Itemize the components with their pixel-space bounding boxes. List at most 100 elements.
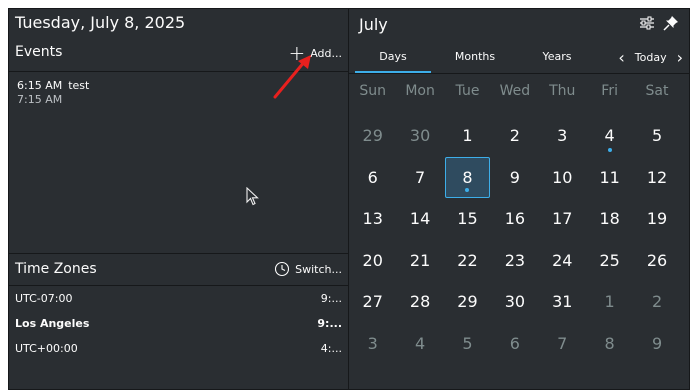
today-button[interactable]: Today xyxy=(635,51,667,64)
month-title: July xyxy=(359,15,388,34)
day-cell[interactable]: 29 xyxy=(349,115,396,157)
event-dot xyxy=(607,147,612,152)
timezone-time: 9:... xyxy=(320,291,342,305)
day-cell[interactable]: 24 xyxy=(539,240,586,282)
view-tabs: Days Months Years xyxy=(355,45,595,73)
day-cell[interactable]: 16 xyxy=(491,198,538,240)
event-start-time: 6:15 AM xyxy=(17,79,63,92)
day-cell[interactable]: 20 xyxy=(349,240,396,282)
day-cell[interactable]: 19 xyxy=(633,198,680,240)
day-cell[interactable]: 21 xyxy=(396,240,443,282)
day-cell[interactable]: 28 xyxy=(396,281,443,323)
timezone-name: UTC+00:00 xyxy=(15,341,78,355)
day-cell[interactable]: 17 xyxy=(539,198,586,240)
day-cell[interactable]: 7 xyxy=(539,323,586,365)
clock-icon xyxy=(275,261,290,277)
timezone-row: Los Angeles 9:... xyxy=(15,313,342,333)
selected-date-title: Tuesday, July 8, 2025 xyxy=(15,13,186,32)
day-cell[interactable]: 1 xyxy=(586,281,633,323)
week-row: 27 28 29 30 31 1 2 xyxy=(349,281,689,323)
day-cell[interactable]: 2 xyxy=(491,115,538,157)
previous-month-icon[interactable]: ‹ xyxy=(618,48,624,67)
timezone-row: UTC-07:00 9:... xyxy=(15,288,342,308)
timezone-time: 4:... xyxy=(320,341,342,355)
weekday-label: Sun xyxy=(359,83,387,99)
weekday-label: Tue xyxy=(455,83,480,99)
day-cell[interactable]: 9 xyxy=(633,323,680,365)
mouse-pointer-icon xyxy=(246,187,259,206)
tab-months[interactable]: Months xyxy=(437,45,513,73)
day-number: 8 xyxy=(462,167,473,187)
event-end-time: 7:15 AM xyxy=(17,93,63,106)
day-cell[interactable]: 30 xyxy=(491,281,538,323)
timezones-heading: Time Zones xyxy=(15,261,97,277)
day-cell[interactable]: 4 xyxy=(396,323,443,365)
configure-icon[interactable] xyxy=(639,15,655,31)
day-cell[interactable]: 2 xyxy=(633,281,680,323)
day-cell[interactable]: 6 xyxy=(349,157,396,199)
day-cell[interactable]: 5 xyxy=(444,323,491,365)
timezone-time: 9:... xyxy=(317,316,342,330)
switch-timezone-button[interactable]: Switch... xyxy=(274,261,342,277)
day-cell[interactable]: 26 xyxy=(633,240,680,282)
divider xyxy=(9,253,348,254)
weekday-label: Thu xyxy=(549,83,576,99)
week-row: 13 14 15 16 17 18 19 xyxy=(349,198,689,240)
red-arrow-annotation xyxy=(273,55,311,99)
day-cell[interactable]: 4 xyxy=(586,115,633,157)
day-cell[interactable]: 22 xyxy=(444,240,491,282)
switch-timezone-label: Switch... xyxy=(295,262,342,276)
day-cell[interactable]: 11 xyxy=(586,157,633,199)
agenda-panel: Tuesday, July 8, 2025 Events + Add... 6:… xyxy=(9,9,349,389)
event-dot xyxy=(465,187,470,192)
tab-days[interactable]: Days xyxy=(355,45,431,73)
week-row: 6 7 8 9 10 11 12 xyxy=(349,156,689,199)
week-row: 20 21 22 23 24 25 26 xyxy=(349,240,689,282)
day-cell[interactable]: 27 xyxy=(349,281,396,323)
timezones-header: Time Zones Switch... xyxy=(9,255,348,285)
day-cell[interactable]: 3 xyxy=(539,115,586,157)
timezone-row: UTC+00:00 4:... xyxy=(15,338,342,358)
month-navigation: ‹ Today › xyxy=(618,45,683,69)
divider xyxy=(349,73,689,74)
week-row: 3 4 5 6 7 8 9 xyxy=(349,323,689,365)
weekday-label: Sat xyxy=(645,83,669,99)
day-grid: 29 30 1 2 3 4 5 6 7 8 9 10 11 12 13 14 1… xyxy=(349,115,689,365)
month-view-panel: July Days Months Years ‹ Today › Sun Mon xyxy=(349,9,689,389)
day-cell[interactable]: 14 xyxy=(396,198,443,240)
day-cell[interactable]: 29 xyxy=(444,281,491,323)
pin-icon[interactable] xyxy=(663,15,679,31)
timezone-name: UTC-07:00 xyxy=(15,291,73,305)
event-item[interactable]: 6:15 AM test 7:15 AM xyxy=(17,79,89,107)
weekday-label: Wed xyxy=(499,83,531,99)
events-heading: Events xyxy=(15,44,63,60)
divider xyxy=(9,285,348,286)
day-cell-selected[interactable]: 8 xyxy=(444,156,490,198)
weekday-label: Mon xyxy=(405,83,435,99)
day-cell[interactable]: 10 xyxy=(539,157,586,199)
day-cell[interactable]: 25 xyxy=(586,240,633,282)
day-cell[interactable]: 12 xyxy=(633,157,680,199)
day-cell[interactable]: 15 xyxy=(444,198,491,240)
day-cell[interactable]: 23 xyxy=(491,240,538,282)
day-cell[interactable]: 13 xyxy=(349,198,396,240)
day-cell[interactable]: 8 xyxy=(586,323,633,365)
timezone-name: Los Angeles xyxy=(15,316,90,330)
day-cell[interactable]: 5 xyxy=(633,115,680,157)
day-cell[interactable]: 31 xyxy=(539,281,586,323)
day-cell[interactable]: 1 xyxy=(444,115,491,157)
weekday-header: Sun Mon Tue Wed Thu Fri Sat xyxy=(349,83,689,99)
day-cell[interactable]: 30 xyxy=(396,115,443,157)
day-number: 4 xyxy=(604,126,615,145)
day-cell[interactable]: 18 xyxy=(586,198,633,240)
day-cell[interactable]: 7 xyxy=(396,157,443,199)
event-title: test xyxy=(68,79,90,92)
tab-years[interactable]: Years xyxy=(519,45,595,73)
day-cell[interactable]: 3 xyxy=(349,323,396,365)
calendar-popup: Tuesday, July 8, 2025 Events + Add... 6:… xyxy=(8,8,690,390)
next-month-icon[interactable]: › xyxy=(677,48,683,67)
week-row: 29 30 1 2 3 4 5 xyxy=(349,115,689,157)
day-cell[interactable]: 6 xyxy=(491,323,538,365)
day-cell[interactable]: 9 xyxy=(491,157,538,199)
weekday-label: Fri xyxy=(601,83,618,99)
